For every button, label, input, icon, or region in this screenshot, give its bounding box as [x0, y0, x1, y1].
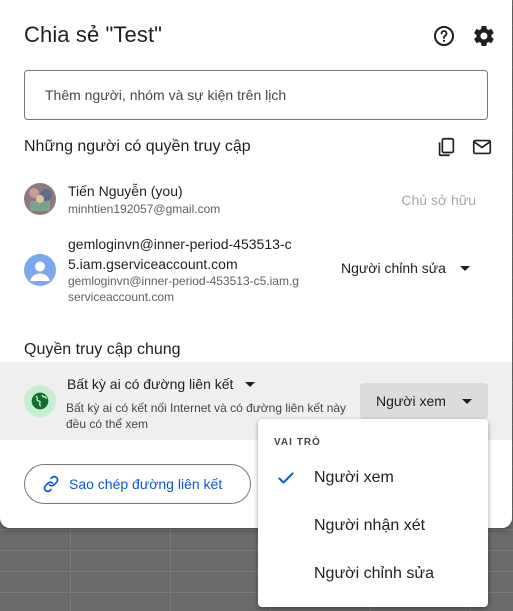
avatar: [24, 254, 56, 286]
caret-down-icon: [245, 381, 256, 387]
avatar: [24, 183, 56, 215]
person-name-line: gemloginvn@inner-period-453513-c: [68, 236, 292, 252]
person-name: gemloginvn@inner-period-453513-c 5.iam.g…: [68, 234, 292, 274]
owner-role-label: Chủ sở hữu: [401, 192, 476, 208]
person-name: Tiến Nguyễn (you): [68, 183, 183, 199]
person-name-line: 5.iam.gserviceaccount.com: [68, 256, 238, 272]
caret-down-icon: [459, 265, 470, 271]
people-with-access-title: Những người có quyền truy cập: [24, 138, 251, 155]
help-circle-icon[interactable]: [432, 24, 456, 48]
check-icon: [278, 472, 294, 484]
role-menu: VAI TRÒ Người xem Người nhận xét Người c…: [258, 419, 488, 607]
person-email: gemloginvn@inner-period-453513-c5.iam.g …: [68, 273, 299, 305]
globe-icon: [24, 385, 56, 417]
role-option-viewer[interactable]: Người xem: [258, 454, 488, 502]
person-email-line: gemloginvn@inner-period-453513-c5.iam.g: [68, 274, 299, 288]
add-people-field[interactable]: [24, 70, 488, 120]
person-role-label: Người chỉnh sửa: [341, 260, 446, 276]
role-option-commenter[interactable]: Người nhận xét: [258, 502, 488, 550]
caret-down-icon: [461, 398, 472, 404]
person-email: minhtien192057@gmail.com: [68, 202, 221, 216]
link-icon: [43, 475, 59, 493]
gear-icon[interactable]: [472, 24, 496, 48]
copy-link-button[interactable]: Sao chép đường liên kết: [24, 464, 251, 504]
mail-icon[interactable]: [471, 136, 493, 158]
person-role-dropdown[interactable]: Người chỉnh sửa: [341, 260, 470, 276]
general-access-type: Bất kỳ ai có đường liên kết: [67, 376, 234, 392]
role-option-label: Người xem: [314, 469, 394, 486]
person-email-line: serviceaccount.com: [68, 290, 175, 304]
role-option-label: Người nhận xét: [314, 517, 426, 534]
role-option-editor[interactable]: Người chỉnh sửa: [258, 550, 488, 598]
general-access-title: Quyền truy cập chung: [24, 341, 181, 358]
role-menu-header: VAI TRÒ: [274, 437, 321, 448]
copy-link-label: Sao chép đường liên kết: [69, 476, 223, 492]
copy-icon[interactable]: [435, 136, 457, 158]
general-access-role-label: Người xem: [376, 393, 446, 409]
general-access-dropdown[interactable]: Bất kỳ ai có đường liên kết: [67, 376, 256, 392]
general-access-role-button[interactable]: Người xem: [360, 383, 488, 419]
role-option-label: Người chỉnh sửa: [314, 565, 434, 582]
add-people-input[interactable]: [45, 87, 467, 103]
dialog-title: Chia sẻ "Test": [24, 22, 163, 47]
